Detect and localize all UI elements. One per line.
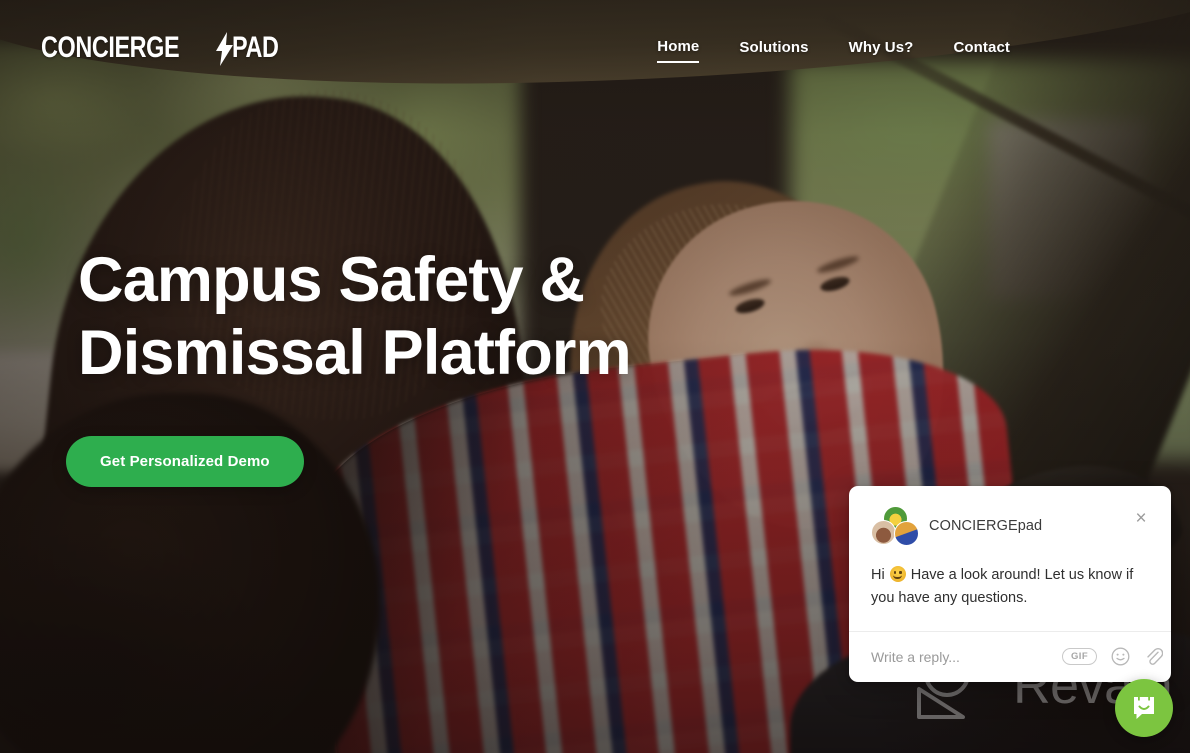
avatar-tan (871, 520, 896, 545)
get-personalized-demo-button[interactable]: Get Personalized Demo (66, 436, 304, 488)
chat-message-prefix: Hi (871, 567, 885, 583)
nav-item-solutions[interactable]: Solutions (739, 39, 808, 62)
grinning-face-icon (889, 566, 906, 582)
chat-widget-header: CONCIERGEpad × (871, 506, 1149, 546)
hero-headline-line-2: Dismissal Platform (78, 318, 632, 389)
chat-avatar-group (871, 506, 919, 546)
site-logo[interactable]: CONCIERGE PAD (41, 31, 292, 66)
chat-widget-body: CONCIERGEpad × Hi Have a look around! Le… (849, 486, 1171, 631)
chat-reply-actions: GIF (1062, 647, 1164, 667)
avatar-blue (894, 521, 919, 546)
lightning-bolt-icon (216, 32, 234, 66)
nav-item-why-us[interactable]: Why Us? (849, 39, 914, 62)
chat-reply-bar: GIF (849, 630, 1171, 682)
hero-headline-line-1: Campus Safety & (78, 245, 585, 315)
page-root: CONCIERGE PAD Home Solutions Why Us? Con… (0, 0, 1190, 753)
chat-message: Hi Have a look around! Let us know if yo… (871, 563, 1149, 611)
gif-button[interactable]: GIF (1062, 648, 1098, 666)
chat-bubble-icon (1129, 693, 1159, 723)
chat-launcher-button[interactable] (1115, 679, 1173, 737)
chat-message-body: Have a look around! Let us know if you h… (871, 567, 1134, 607)
nav-item-contact[interactable]: Contact (953, 39, 1010, 62)
site-header: CONCIERGE PAD Home Solutions Why Us? Con… (0, 0, 1190, 100)
close-icon[interactable]: × (1129, 506, 1153, 530)
hero-section: Campus Safety & Dismissal Platform Get P… (66, 244, 632, 488)
attachment-icon[interactable] (1144, 647, 1164, 667)
emoji-icon[interactable] (1111, 647, 1130, 666)
logo-text-primary: CONCIERGE (41, 31, 180, 64)
chat-reply-input[interactable] (871, 648, 1052, 665)
chat-widget: CONCIERGEpad × Hi Have a look around! Le… (849, 486, 1171, 682)
nav-item-home[interactable]: Home (657, 38, 700, 63)
chat-widget-title: CONCIERGEpad (929, 518, 1043, 534)
logo-text-secondary: PAD (232, 31, 279, 64)
primary-navigation: Home Solutions Why Us? Contact (657, 38, 1010, 63)
hero-headline: Campus Safety & Dismissal Platform (78, 244, 632, 390)
